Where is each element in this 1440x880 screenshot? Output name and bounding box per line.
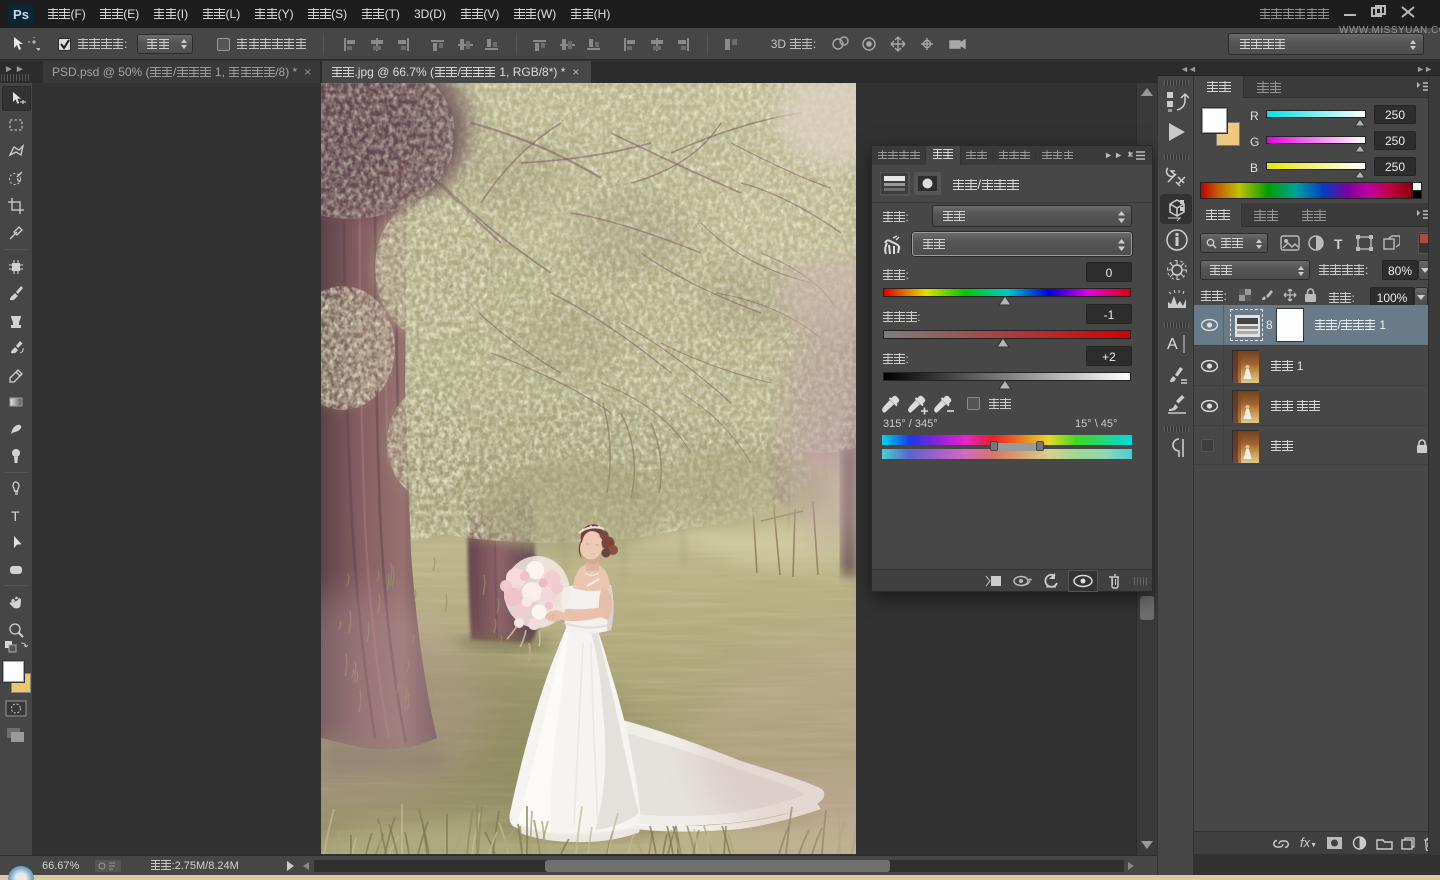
svg-text:A: A [1167, 336, 1178, 353]
svg-text:T: T [11, 508, 20, 524]
